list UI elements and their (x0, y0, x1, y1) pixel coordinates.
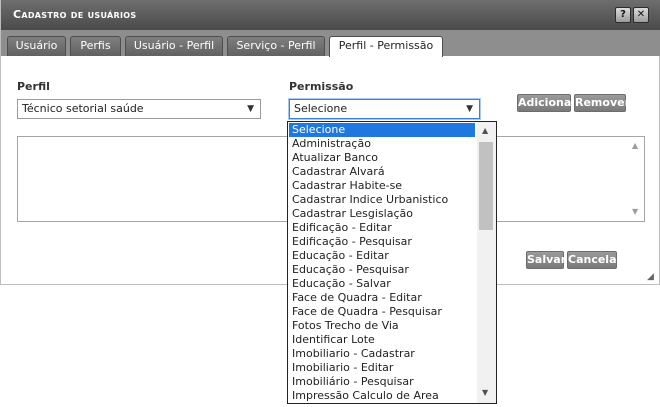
scroll-up-icon[interactable]: ▲ (482, 126, 488, 135)
tab-servico-perfil[interactable]: Serviço - Perfil (227, 36, 325, 56)
dropdown-option[interactable]: Cadastrar Habite-se (289, 179, 475, 193)
dropdown-option[interactable]: Impressão Calculo de Area (289, 389, 475, 403)
dropdown-option[interactable]: Selecione (289, 123, 475, 137)
permissao-select[interactable]: Selecione ▼ (289, 99, 480, 119)
perfil-label: Perfil (17, 80, 50, 93)
tab-strip: Usuário Perfis Usuário - Perfil Serviço … (1, 30, 660, 57)
scroll-down-icon[interactable]: ▼ (632, 207, 638, 216)
chevron-down-icon: ▼ (247, 104, 254, 114)
dialog-title: Cadastro de usuários (13, 8, 137, 21)
perfil-select[interactable]: Técnico setorial saúde ▼ (17, 99, 261, 119)
add-button[interactable]: Adicionar (517, 94, 577, 112)
tab-usuario-perfil[interactable]: Usuário - Perfil (125, 36, 223, 56)
dropdown-option[interactable]: Administração (289, 137, 475, 151)
dropdown-option[interactable]: Cadastrar Lesgislação (289, 207, 475, 221)
dropdown-option[interactable]: Cadastrar Indice Urbanistico (289, 193, 475, 207)
dropdown-option[interactable]: Educação - Pesquisar (289, 263, 475, 277)
dropdown-option[interactable]: Imobiliário - Pesquisar (289, 375, 475, 389)
dropdown-option[interactable]: Atualizar Banco (289, 151, 475, 165)
help-icon[interactable]: ? (615, 7, 631, 23)
scroll-down-icon[interactable]: ▼ (482, 388, 488, 397)
dropdown-option[interactable]: Edificação - Pesquisar (289, 235, 475, 249)
save-button[interactable]: Salvar (526, 251, 566, 269)
scroll-up-icon[interactable]: ▲ (632, 141, 638, 150)
dropdown-option[interactable]: Imobiliario - Cadastrar (289, 347, 475, 361)
scrollbar-thumb[interactable] (479, 142, 493, 230)
dropdown-scrollbar[interactable]: ▲ ▼ (477, 122, 496, 403)
dropdown-option[interactable]: Identificar Lote (289, 333, 475, 347)
cancel-button[interactable]: Cancelar (567, 251, 622, 269)
resize-handle-icon[interactable]: ◢ (647, 272, 654, 282)
permissao-dropdown-list[interactable]: Selecione Administração Atualizar Banco … (287, 121, 497, 404)
remove-button[interactable]: Remover (574, 94, 630, 112)
permissao-select-value: Selecione (294, 102, 348, 115)
tab-usuario[interactable]: Usuário (7, 36, 66, 56)
dropdown-option[interactable]: Imobiliario - Editar (289, 361, 475, 375)
dropdown-option[interactable]: Edificação - Editar (289, 221, 475, 235)
close-icon[interactable]: ✕ (633, 7, 649, 23)
dropdown-option[interactable]: Face de Quadra - Editar (289, 291, 475, 305)
perfil-select-value: Técnico setorial saúde (22, 102, 144, 115)
textarea-scrollbar[interactable]: ▲ ▼ (628, 137, 644, 221)
tab-perfis[interactable]: Perfis (70, 36, 121, 56)
dropdown-option[interactable]: Educação - Editar (289, 249, 475, 263)
permissao-label: Permissão (289, 80, 354, 93)
dropdown-option[interactable]: Fotos Trecho de Via (289, 319, 475, 333)
dropdown-option[interactable]: Educação - Salvar (289, 277, 475, 291)
dropdown-option[interactable]: Cadastrar Alvará (289, 165, 475, 179)
chevron-down-icon: ▼ (466, 104, 473, 114)
dialog-titlebar[interactable]: Cadastro de usuários ? ✕ (1, 0, 660, 30)
dropdown-option[interactable]: Face de Quadra - Pesquisar (289, 305, 475, 319)
tab-perfil-permissao[interactable]: Perfil - Permissão (329, 36, 443, 57)
